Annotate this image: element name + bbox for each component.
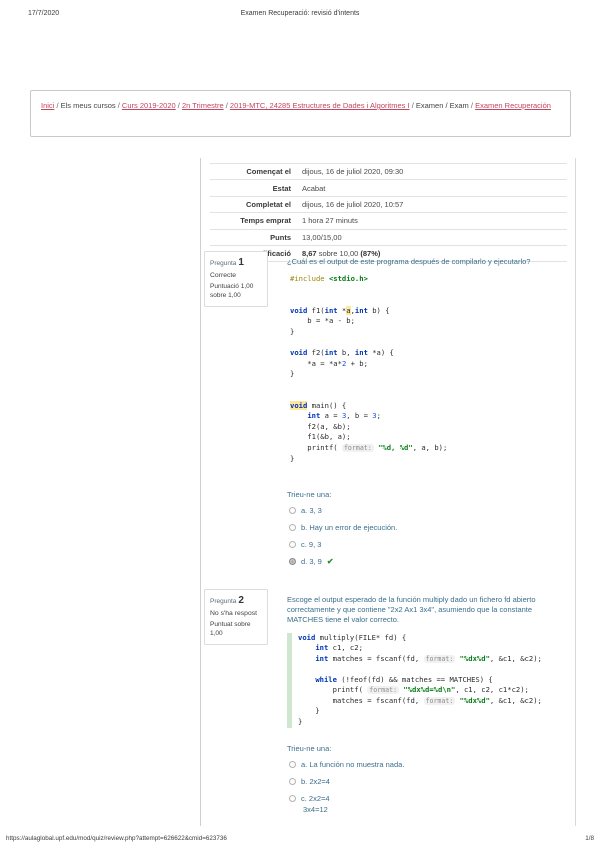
- summary-value: dijous, 16 de juliol 2020, 09:30: [298, 164, 567, 179]
- code-line: [290, 390, 568, 401]
- answer-option[interactable]: d. 3, 9 ✔: [287, 557, 568, 567]
- code-line: #include <stdio.h>: [290, 274, 568, 285]
- code-line: [290, 337, 568, 348]
- breadcrumb-item[interactable]: Examen Recuperación: [475, 101, 551, 110]
- breadcrumb-item[interactable]: Curs 2019-2020: [122, 101, 176, 110]
- breadcrumb-item: Els meus cursos: [61, 101, 116, 110]
- code-line: }: [290, 327, 568, 338]
- code-line: f2(a, &b);: [290, 422, 568, 433]
- answer-option[interactable]: b. Hay un error de ejecución.: [287, 523, 568, 533]
- question-1-content: ¿Cuál es el output de este programa desp…: [287, 257, 568, 567]
- breadcrumb-item: Examen / Exam: [416, 101, 469, 110]
- summary-row: Començat eldijous, 16 de juliol 2020, 09…: [210, 163, 567, 179]
- answer-prompt: Trieu-ne una:: [287, 490, 568, 499]
- answer-option[interactable]: a. 3, 3: [287, 506, 568, 516]
- code-line: f1(&b, a);: [290, 432, 568, 443]
- question-status: Correcte: [210, 272, 262, 279]
- summary-label: Completat el: [210, 197, 298, 212]
- code-line: [290, 295, 568, 306]
- summary-value: 1 hora 27 minuts: [298, 213, 567, 228]
- code-line: }: [290, 454, 568, 465]
- answer-options: a. La función no muestra nada. b. 2x2=4 c.…: [287, 760, 568, 815]
- summary-label: Punts: [210, 230, 298, 245]
- question-2-content: Escoge el output esperado de la función …: [287, 595, 568, 815]
- breadcrumb-item[interactable]: Inici: [41, 101, 54, 110]
- print-footer-url: https://aulaglobal.upf.edu/mod/quiz/revi…: [6, 835, 227, 842]
- summary-row: Completat eldijous, 16 de juliol 2020, 1…: [210, 196, 567, 212]
- answer-options: a. 3, 3 b. Hay un error de ejecución. c. 9…: [287, 506, 568, 567]
- radio-icon[interactable]: [289, 795, 296, 802]
- code-line: [298, 664, 568, 675]
- question-text: Escoge el output esperado de la función …: [287, 595, 568, 626]
- code-line: void multiply(FILE* fd) {: [298, 633, 568, 644]
- code-line: printf( format: "%d, %d", a, b);: [290, 443, 568, 454]
- answer-option-label: b. Hay un error de ejecución.: [301, 523, 397, 533]
- question-number: Pregunta2: [210, 595, 262, 606]
- radio-icon[interactable]: [289, 524, 296, 531]
- code-block: void multiply(FILE* fd) { int c1, c2; in…: [287, 633, 568, 728]
- radio-icon[interactable]: [289, 761, 296, 768]
- answer-option[interactable]: b. 2x2=4: [287, 777, 568, 787]
- question-grade: Puntuat sobre 1,00: [210, 621, 262, 638]
- code-line: printf( format: "%dx%d=%d\n", c1, c2, c1…: [298, 685, 568, 696]
- attempt-summary-table: Començat eldijous, 16 de juliol 2020, 09…: [210, 163, 567, 262]
- print-footer-page: 1/8: [585, 835, 594, 842]
- radio-icon[interactable]: [289, 541, 296, 548]
- answer-option-label: c. 2x2=43x4=12: [301, 794, 330, 815]
- summary-label: Estat: [210, 180, 298, 195]
- summary-label: Començat el: [210, 164, 298, 179]
- answer-option[interactable]: c. 2x2=43x4=12: [287, 794, 568, 815]
- answer-option[interactable]: c. 9, 3: [287, 540, 568, 550]
- code-line: void f2(int b, int *a) {: [290, 348, 568, 359]
- summary-value: dijous, 16 de juliol 2020, 10:57: [298, 197, 567, 212]
- summary-row: Temps emprat1 hora 27 minuts: [210, 212, 567, 228]
- code-line: }: [298, 706, 568, 717]
- code-line: int a = 3, b = 3;: [290, 411, 568, 422]
- answer-option-label: a. 3, 3: [301, 506, 322, 516]
- code-line: b = *a - b;: [290, 316, 568, 327]
- breadcrumb: Inici / Els meus cursos / Curs 2019-2020…: [30, 90, 571, 137]
- question-2-info-box: Pregunta2 No s'ha respost Puntuat sobre …: [204, 589, 268, 645]
- code-line: [290, 285, 568, 296]
- code-line: while (!feof(fd) && matches == MATCHES) …: [298, 675, 568, 686]
- summary-row: EstatAcabat: [210, 179, 567, 195]
- code-line: [290, 380, 568, 391]
- answer-option-label: a. La función no muestra nada.: [301, 760, 404, 770]
- code-line: *a = *a*2 + b;: [290, 359, 568, 370]
- code-block: #include <stdio.h> void f1(int *a,int b)…: [290, 274, 568, 464]
- question-1-info-box: Pregunta1 Correcte Puntuació 1,00 sobre …: [204, 251, 268, 307]
- answer-option-label: c. 9, 3: [301, 540, 321, 550]
- summary-row: Punts13,00/15,00: [210, 229, 567, 245]
- question-status: No s'ha respost: [210, 610, 262, 617]
- answer-option-label: b. 2x2=4: [301, 777, 330, 787]
- summary-label: Temps emprat: [210, 213, 298, 228]
- answer-option-label: d. 3, 9: [301, 557, 322, 567]
- radio-icon[interactable]: [289, 507, 296, 514]
- answer-option[interactable]: a. La función no muestra nada.: [287, 760, 568, 770]
- radio-icon[interactable]: [289, 558, 296, 565]
- print-header-title: Examen Recuperació: revisió d'intents: [0, 10, 600, 17]
- code-line: }: [298, 717, 568, 728]
- code-line: int matches = fscanf(fd, format: "%dx%d"…: [298, 654, 568, 665]
- summary-value: 13,00/15,00: [298, 230, 567, 245]
- question-number: Pregunta1: [210, 257, 262, 268]
- question-grade: Puntuació 1,00 sobre 1,00: [210, 283, 262, 300]
- code-line: matches = fscanf(fd, format: "%dx%d", &c…: [298, 696, 568, 707]
- code-line: void main() {: [290, 401, 568, 412]
- correct-check-icon: ✔: [327, 557, 334, 566]
- answer-prompt: Trieu-ne una:: [287, 744, 568, 753]
- code-line: void f1(int *a,int b) {: [290, 306, 568, 317]
- breadcrumb-item[interactable]: 2019-MTC, 24285 Estructures de Dades i A…: [230, 101, 410, 110]
- radio-icon[interactable]: [289, 778, 296, 785]
- code-line: int c1, c2;: [298, 643, 568, 654]
- breadcrumb-item[interactable]: 2n Trimestre: [182, 101, 224, 110]
- summary-value: Acabat: [298, 180, 567, 195]
- code-line: }: [290, 369, 568, 380]
- question-text: ¿Cuál es el output de este programa desp…: [287, 257, 568, 267]
